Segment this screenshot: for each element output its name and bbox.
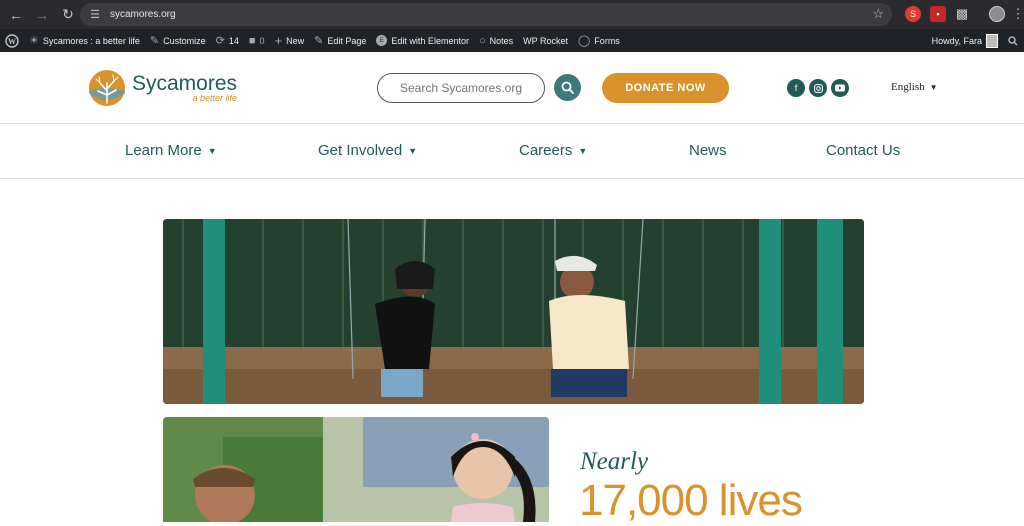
updates-icon: ⟳ — [215, 35, 225, 47]
admin-forms[interactable]: ◯ Forms — [573, 29, 625, 52]
comments-count: 0 — [259, 35, 265, 46]
elementor-icon: E — [376, 35, 388, 46]
wordpress-logo-icon[interactable]: W — [0, 29, 24, 52]
nav-news[interactable]: News — [689, 142, 727, 159]
edit-elementor-label: Edit with Elementor — [391, 35, 469, 46]
extension-icon-red[interactable]: S — [905, 6, 921, 22]
brush-icon: ✎ — [149, 35, 160, 47]
search-input[interactable] — [391, 81, 531, 95]
plus-icon: + — [274, 33, 283, 48]
updates-count: 14 — [228, 35, 239, 46]
site-settings-icon[interactable]: ☰ — [88, 8, 102, 22]
admin-account[interactable]: Howdy, Fara — [927, 29, 1002, 52]
language-selector[interactable]: English ▼ — [891, 81, 938, 93]
caret-down-icon: ▼ — [929, 82, 938, 92]
site-header: Sycamores a better life DONATE NOW f Eng… — [0, 52, 1024, 124]
admin-comments[interactable]: ■ 0 — [244, 29, 270, 52]
site-name-label: Sycamores : a better life — [42, 35, 140, 46]
search-button[interactable] — [554, 74, 581, 101]
nav-contact-us[interactable]: Contact Us — [826, 142, 900, 159]
wp-rocket-label: WP Rocket — [523, 35, 568, 46]
admin-new[interactable]: + New — [270, 29, 310, 52]
profile-avatar-icon[interactable] — [989, 6, 1005, 22]
edit-page-label: Edit Page — [327, 35, 367, 46]
stat-value: 17,000 lives — [579, 476, 803, 525]
hero-image-family — [163, 417, 549, 522]
donate-button[interactable]: DONATE NOW — [602, 73, 729, 103]
user-avatar — [986, 33, 998, 48]
admin-search-icon[interactable] — [1002, 29, 1024, 52]
nav-learn-more[interactable]: Learn More ▼ — [125, 142, 217, 159]
admin-updates[interactable]: ⟳ 14 — [211, 29, 244, 52]
url-text[interactable]: sycamores.org — [110, 9, 176, 20]
stat-prefix: Nearly — [580, 448, 649, 475]
nav-label: Contact Us — [826, 142, 901, 159]
svg-text:W: W — [8, 37, 16, 46]
customize-label: Customize — [163, 35, 206, 46]
nav-label: Learn More — [125, 142, 202, 159]
nav-label: Careers — [519, 142, 573, 159]
logo-name: Sycamores — [132, 72, 238, 95]
extensions-puzzle-icon[interactable]: ▩ — [954, 6, 970, 22]
sycamore-tree-icon — [89, 70, 125, 106]
nav-label: Get Involved — [318, 142, 403, 159]
comment-icon: ■ — [248, 34, 256, 47]
pencil-icon: ✎ — [314, 35, 324, 47]
main-navigation: Learn More ▼ Get Involved ▼ Careers ▼ Ne… — [0, 124, 1024, 179]
browser-menu-icon[interactable]: ⋮ — [1010, 6, 1024, 22]
admin-site-name[interactable]: ☀ Sycamores : a better life — [24, 29, 145, 52]
extension-icon-badge[interactable]: ▪ — [930, 6, 946, 22]
admin-edit-elementor[interactable]: E Edit with Elementor — [371, 29, 474, 52]
admin-wp-rocket[interactable]: WP Rocket — [518, 29, 573, 52]
nav-get-involved[interactable]: Get Involved ▼ — [318, 142, 417, 159]
back-icon[interactable]: ← — [4, 3, 28, 27]
language-label: English — [891, 81, 925, 93]
notes-icon: ○ — [478, 34, 486, 47]
instagram-icon[interactable] — [809, 79, 827, 97]
forward-icon[interactable]: → — [30, 3, 54, 27]
youtube-icon[interactable] — [831, 79, 849, 97]
browser-toolbar: ← → ↻ ☰ sycamores.org ☆ S ▪ ▩ ⋮ — [0, 0, 1024, 29]
caret-down-icon: ▼ — [408, 145, 418, 156]
new-label: New — [286, 35, 305, 46]
site-logo[interactable]: Sycamores a better life — [88, 69, 237, 107]
hero-image-swings — [163, 219, 864, 404]
address-bar[interactable]: ☰ sycamores.org ☆ — [80, 3, 892, 26]
dashboard-icon: ☀ — [29, 35, 39, 47]
admin-customize[interactable]: ✎ Customize — [145, 29, 211, 52]
bookmark-star-icon[interactable]: ☆ — [872, 6, 884, 22]
nav-label: News — [689, 142, 727, 159]
admin-edit-page[interactable]: ✎ Edit Page — [309, 29, 371, 52]
howdy-label: Howdy, Fara — [931, 35, 982, 46]
nav-careers[interactable]: Careers ▼ — [519, 142, 587, 159]
notes-label: Notes — [489, 35, 514, 46]
search-box[interactable] — [377, 73, 545, 103]
search-icon — [561, 81, 574, 94]
forms-icon: ◯ — [578, 35, 591, 47]
caret-down-icon: ▼ — [578, 145, 588, 156]
caret-down-icon: ▼ — [207, 145, 217, 156]
reload-icon[interactable]: ↻ — [56, 3, 80, 27]
admin-notes[interactable]: ○ Notes — [474, 29, 518, 52]
facebook-icon[interactable]: f — [787, 79, 805, 97]
wp-admin-bar: W ☀ Sycamores : a better life ✎ Customiz… — [0, 29, 1024, 52]
forms-label: Forms — [594, 35, 620, 46]
